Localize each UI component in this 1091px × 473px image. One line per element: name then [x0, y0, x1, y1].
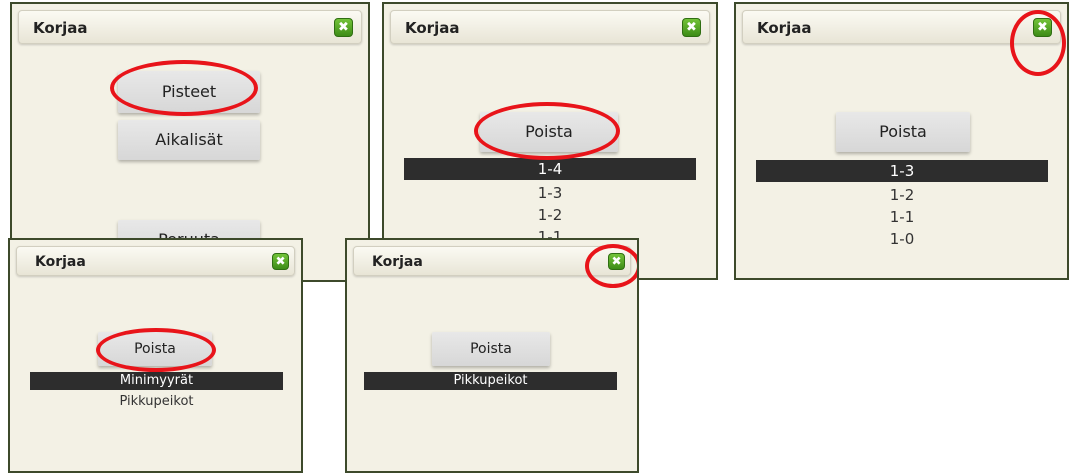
dialog-title: Korjaa: [757, 19, 812, 37]
dialog-header: Korjaa ✖: [16, 246, 295, 276]
close-icon[interactable]: ✖: [682, 18, 701, 37]
dialog-korjaa-5: Korjaa ✖ Poista Pikkupeikot: [345, 238, 639, 473]
list-item[interactable]: 1-3: [404, 182, 696, 204]
aikaliset-button[interactable]: Aikalisät: [118, 120, 260, 160]
list-item-selected[interactable]: Minimyyrät: [30, 372, 283, 390]
dialog-korjaa-3: Korjaa ✖ Poista 1-3 1-2 1-1 1-0: [734, 2, 1069, 280]
highlight-ring: [110, 60, 258, 116]
dialog-title: Korjaa: [35, 254, 86, 270]
dialog-korjaa-4: Korjaa ✖ Poista Minimyyrät Pikkupeikot: [8, 238, 303, 473]
list-item[interactable]: 1-0: [756, 228, 1048, 250]
dialog-title: Korjaa: [405, 19, 460, 37]
list-item[interactable]: 1-2: [756, 184, 1048, 206]
list-item-selected[interactable]: Pikkupeikot: [364, 372, 617, 390]
highlight-ring: [96, 328, 216, 372]
dialog-title: Korjaa: [33, 19, 88, 37]
poista-button[interactable]: Poista: [836, 112, 970, 152]
close-icon[interactable]: ✖: [334, 18, 353, 37]
close-icon[interactable]: ✖: [272, 253, 289, 270]
list-item[interactable]: 1-2: [404, 204, 696, 226]
highlight-ring: [585, 244, 637, 288]
highlight-ring: [1010, 10, 1066, 76]
dialog-header: Korjaa ✖: [390, 10, 710, 44]
poista-button[interactable]: Poista: [432, 332, 550, 366]
list-item-selected[interactable]: 1-4: [404, 158, 696, 180]
list-item[interactable]: 1-1: [756, 206, 1048, 228]
list-item[interactable]: Pikkupeikot: [30, 393, 283, 411]
dialog-header: Korjaa ✖: [18, 10, 362, 44]
list-item-selected[interactable]: 1-3: [756, 160, 1048, 182]
highlight-ring: [474, 102, 620, 160]
dialog-title: Korjaa: [372, 254, 423, 270]
